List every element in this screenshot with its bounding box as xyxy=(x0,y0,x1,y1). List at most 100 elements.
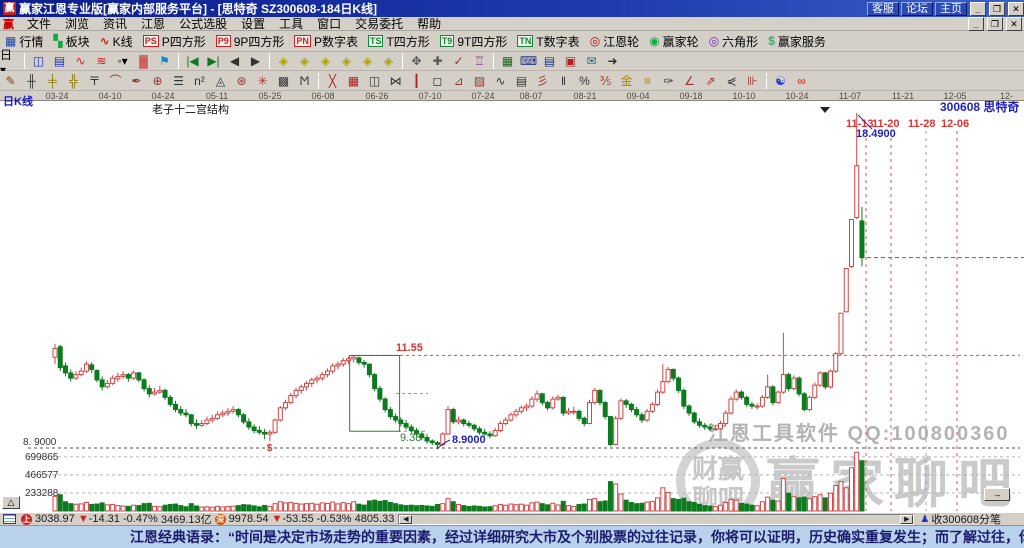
close-button[interactable]: ✕ xyxy=(1008,1,1024,16)
p-square-button[interactable]: PS P四方形 xyxy=(138,32,211,50)
cross-lines-tool-icon[interactable]: ╳ xyxy=(322,72,343,89)
menu-5[interactable]: 设置 xyxy=(234,15,272,32)
menu-2[interactable]: 资讯 xyxy=(96,15,134,32)
gann-line-tool-icon[interactable]: ╫ xyxy=(21,72,42,89)
gann-fan-up-tool-icon[interactable]: ∠ xyxy=(679,72,700,89)
n2-tool-icon[interactable]: n² xyxy=(189,72,210,89)
dense-grid-tool-icon[interactable]: ▦ xyxy=(343,72,364,89)
lines-tool-icon[interactable]: ☰ xyxy=(168,72,189,89)
check-tool-icon[interactable]: ✓ xyxy=(448,53,469,70)
winner-service-button[interactable]: $ 赢家服务 xyxy=(763,32,831,50)
scrollbar-left-icon[interactable]: ◀ xyxy=(399,514,413,524)
child-minimize-button[interactable]: _ xyxy=(968,16,984,31)
scroll-right-button[interactable]: → xyxy=(984,488,1010,501)
menu-9[interactable]: 帮助 xyxy=(410,15,448,32)
p-table-button[interactable]: PN P数字表 xyxy=(289,32,363,50)
exit-icon[interactable]: ➜ xyxy=(602,53,623,70)
hexagon-button[interactable]: ◎ 六角形 xyxy=(704,32,764,50)
zigzag-tool-icon[interactable]: Ϻ xyxy=(294,72,315,89)
percent-tool-icon[interactable]: % xyxy=(574,72,595,89)
diamond-expand-icon[interactable]: ◈ xyxy=(315,53,336,70)
flag-icon[interactable]: ⚑ xyxy=(154,53,175,70)
panel-tool-icon[interactable]: ▤ xyxy=(511,72,532,89)
restore-button[interactable]: ❐ xyxy=(989,1,1005,16)
gann-wheel-button[interactable]: ◎ 江恩轮 xyxy=(585,32,645,50)
brush-tool-icon[interactable]: ✑ xyxy=(658,72,679,89)
kline-button[interactable]: ∿ K线 xyxy=(95,32,138,50)
vline-tool-icon[interactable]: ┃ xyxy=(406,72,427,89)
wave-tool-icon[interactable]: ∿ xyxy=(490,72,511,89)
menu-4[interactable]: 公式选股 xyxy=(172,15,234,32)
menu-8[interactable]: 交易委托 xyxy=(348,15,410,32)
t-square-button[interactable]: TS T四方形 xyxy=(363,32,435,50)
diamond-center-icon[interactable]: ◈ xyxy=(357,53,378,70)
save-icon[interactable]: ▣ xyxy=(560,53,581,70)
scrollbar-right-icon[interactable]: ▶ xyxy=(900,514,914,524)
yinyang-icon[interactable]: ☯ xyxy=(770,72,791,89)
sectors-button[interactable]: ▚ 板块 xyxy=(48,32,94,50)
t-table-button[interactable]: TN T数字表 xyxy=(512,32,584,50)
kline-style-icon[interactable]: ▓ xyxy=(133,53,154,70)
box-grid-tool-icon[interactable]: ◫ xyxy=(364,72,385,89)
crosshair-icon[interactable]: ✚ xyxy=(427,53,448,70)
percent3-tool-icon[interactable]: ⅗ xyxy=(595,72,616,89)
menu-1[interactable]: 浏览 xyxy=(58,15,96,32)
gann-fan-dn-tool-icon[interactable]: ⇗ xyxy=(700,72,721,89)
first-bar-icon[interactable]: |◀ xyxy=(182,53,203,70)
multi-kline-icon[interactable]: ≋ xyxy=(91,53,112,70)
t9-square-button[interactable]: T9 9T四方形 xyxy=(435,32,513,50)
winner-wheel-button[interactable]: ◉ 赢家轮 xyxy=(644,32,704,50)
calendar-icon[interactable]: ▦ xyxy=(497,53,518,70)
horizontal-scrollbar[interactable]: ◀ ▶ xyxy=(398,513,915,525)
menu-3[interactable]: 江恩 xyxy=(134,15,172,32)
pane-toggle-button[interactable]: △ xyxy=(2,496,20,509)
level-tool-icon[interactable]: 〒 xyxy=(84,72,105,89)
arc-tool-icon[interactable]: ⌒ xyxy=(105,72,126,89)
wheel-tool-icon[interactable]: ⊛ xyxy=(231,72,252,89)
gold-line-tool-icon[interactable]: ≡ xyxy=(637,72,658,89)
star-tool-icon[interactable]: ✳ xyxy=(252,72,273,89)
angle-tool-icon[interactable]: ⊿ xyxy=(448,72,469,89)
child-close-button[interactable]: ✕ xyxy=(1006,16,1022,31)
infinity-icon[interactable]: ∞ xyxy=(791,72,812,89)
menu-7[interactable]: 窗口 xyxy=(310,15,348,32)
parallel-tool-icon[interactable]: ‖ xyxy=(553,72,574,89)
p9-square-button[interactable]: P9 9P四方形 xyxy=(211,32,290,50)
diamond-all-icon[interactable]: ◈ xyxy=(378,53,399,70)
grid-tool-2-icon[interactable]: ╬ xyxy=(63,72,84,89)
kline-chart[interactable]: 江恩工具软件 QQ:100800360 赢家聊吧 财赢 聊吧 11-13 11-20… xyxy=(0,101,1024,523)
hand-tool-icon[interactable]: ✥ xyxy=(406,53,427,70)
prev-bar-icon[interactable]: ◀ xyxy=(224,53,245,70)
forum-link[interactable]: 论坛 xyxy=(901,1,933,16)
gold-ratio-tool-icon[interactable]: 金 xyxy=(616,72,637,89)
speed-line-tool-icon[interactable]: ⋞ xyxy=(721,72,742,89)
notepad-icon[interactable]: ▤ xyxy=(539,53,560,70)
next-bar-icon[interactable]: ▶ xyxy=(245,53,266,70)
menu-6[interactable]: 工具 xyxy=(272,15,310,32)
calculator-icon[interactable]: ⌨ xyxy=(518,53,539,70)
window-layout-icon[interactable]: ◫ xyxy=(28,53,49,70)
grid-tool-1-icon[interactable]: ╪ xyxy=(42,72,63,89)
diamond-shrink-icon[interactable]: ◈ xyxy=(336,53,357,70)
info-panel-icon[interactable]: ▤ xyxy=(49,53,70,70)
quote-grid-icon[interactable] xyxy=(3,514,16,524)
fib-time-tool-icon[interactable]: ⊪ xyxy=(742,72,763,89)
stripes-tool-icon[interactable]: 彡 xyxy=(532,72,553,89)
tick-tool-icon[interactable]: ⋈ xyxy=(385,72,406,89)
child-restore-button[interactable]: ❐ xyxy=(987,16,1003,31)
menu-0[interactable]: 文件 xyxy=(20,15,58,32)
rect-tool-icon[interactable]: ◻ xyxy=(427,72,448,89)
circle-cross-tool-icon[interactable]: ⊕ xyxy=(147,72,168,89)
marker-dropdown[interactable]: ◦▾ xyxy=(112,53,133,70)
last-bar-icon[interactable]: ▶| xyxy=(203,53,224,70)
period-selector[interactable]: 日 ▾ xyxy=(0,48,21,77)
diamond-right-icon[interactable]: ◈ xyxy=(294,53,315,70)
pen2-tool-icon[interactable]: ✒ xyxy=(126,72,147,89)
shade-grid-tool-icon[interactable]: ▩ xyxy=(273,72,294,89)
mini-kline-icon[interactable]: ∿ xyxy=(70,53,91,70)
hatch-tool-icon[interactable]: ▨ xyxy=(469,72,490,89)
link-icon[interactable]: ✉ xyxy=(581,53,602,70)
minimize-button[interactable]: _ xyxy=(970,1,986,16)
service-link[interactable]: 客服 xyxy=(867,1,899,16)
homepage-link[interactable]: 主页 xyxy=(935,1,967,16)
